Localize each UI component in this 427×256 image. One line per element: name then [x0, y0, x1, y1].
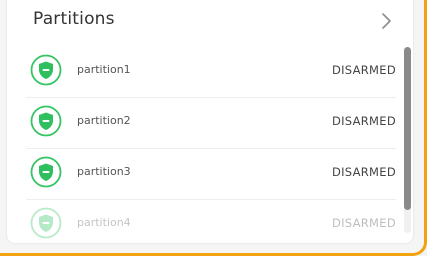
partition-row[interactable]: partition3 DISARMED	[26, 149, 396, 200]
partitions-card: Partitions partition1 DISARMED partition…	[0, 0, 427, 256]
shield-icon	[30, 54, 62, 86]
shield-icon	[30, 105, 62, 137]
partition-status: DISARMED	[331, 114, 396, 128]
partition-status: DISARMED	[331, 165, 396, 179]
partitions-header[interactable]: Partitions	[7, 0, 413, 42]
partition-status: DISARMED	[331, 216, 396, 230]
partition-list: partition1 DISARMED partition2 DISARMED	[26, 47, 396, 243]
partition-row[interactable]: partition4 DISARMED	[26, 200, 396, 243]
scrollbar-thumb[interactable]	[404, 47, 411, 210]
partition-row[interactable]: partition1 DISARMED	[26, 47, 396, 98]
partition-name: partition4	[77, 216, 131, 229]
shield-icon	[30, 156, 62, 188]
list-scrollbar[interactable]	[404, 47, 411, 233]
chevron-right-icon[interactable]	[376, 11, 396, 31]
partition-name: partition3	[77, 165, 131, 178]
partition-name: partition2	[77, 114, 131, 127]
partition-status: DISARMED	[331, 63, 396, 77]
partition-name: partition1	[77, 63, 131, 76]
partition-row[interactable]: partition2 DISARMED	[26, 98, 396, 149]
partitions-panel: Partitions partition1 DISARMED partition…	[7, 0, 413, 243]
panel-title: Partitions	[33, 9, 115, 29]
shield-icon	[30, 207, 62, 239]
